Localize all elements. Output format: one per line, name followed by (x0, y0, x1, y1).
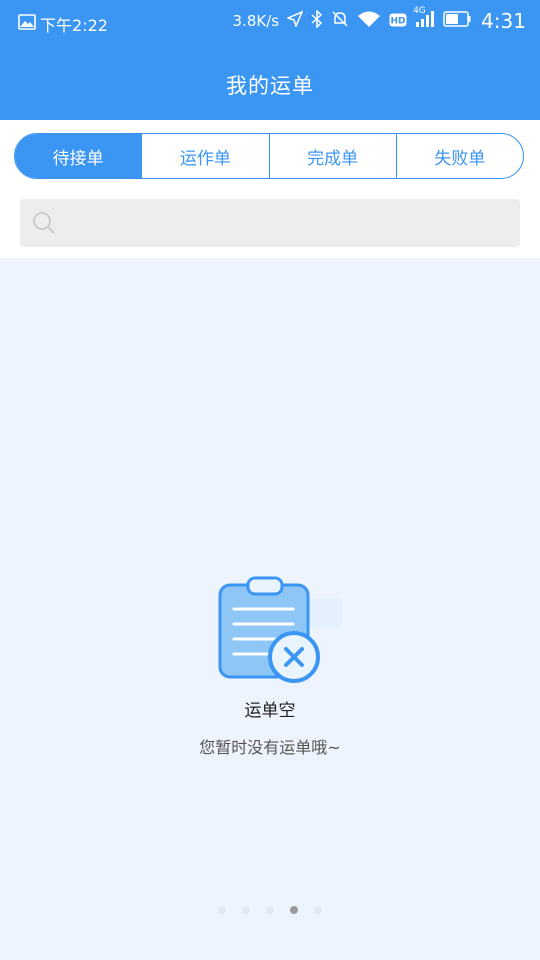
header-bar: 我的运单 (0, 44, 540, 120)
image-icon (18, 14, 36, 34)
status-bar: 下午2:22 3.8K/s HD 4G 4:31 (0, 0, 540, 44)
page-dot (242, 906, 250, 914)
status-time-left: 下午2:22 (40, 16, 108, 35)
empty-description: 您暂时没有运单哦~ (199, 738, 341, 757)
tab-pending[interactable]: 待接单 (15, 134, 142, 178)
net-speed: 3.8K/s (232, 12, 280, 30)
status-clock: 4:31 (481, 9, 526, 33)
tab-completed[interactable]: 完成单 (268, 134, 396, 178)
page-dot-active (290, 906, 298, 914)
battery-icon (443, 11, 471, 31)
filter-panel: 待接单 运作单 完成单 失败单 (0, 120, 540, 258)
svg-text:HD: HD (391, 16, 406, 26)
location-icon (285, 10, 304, 31)
mute-icon (331, 10, 349, 32)
search-input[interactable] (20, 199, 520, 247)
app-screen: 下午2:22 3.8K/s HD 4G 4:31 我的运单 待接单 运作单 完成… (0, 0, 540, 960)
search-icon (32, 211, 56, 235)
page-dot (266, 906, 274, 914)
bluetooth-icon (311, 9, 323, 32)
order-status-tabs: 待接单 运作单 完成单 失败单 (14, 133, 524, 179)
tab-failed[interactable]: 失败单 (395, 134, 523, 178)
page-title: 我的运单 (226, 74, 314, 98)
empty-title: 运单空 (244, 701, 296, 721)
page-indicator (0, 906, 540, 914)
tab-in-progress[interactable]: 运作单 (141, 134, 268, 178)
hd-icon: HD (389, 12, 407, 31)
wifi-icon (357, 10, 381, 32)
status-left: 下午2:22 (18, 12, 108, 36)
clipboard-error-icon (213, 576, 343, 686)
signal-icon: 4G (413, 6, 435, 32)
status-right: 3.8K/s HD 4G 4:31 (232, 6, 526, 33)
page-dot (218, 906, 226, 914)
page-dot (314, 906, 322, 914)
network-type: 4G (413, 6, 426, 16)
